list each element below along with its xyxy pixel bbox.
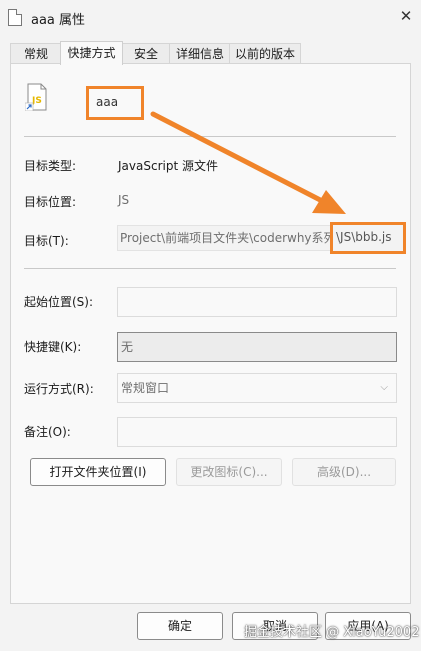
shortcut-name[interactable]: aaa <box>96 95 118 109</box>
open-file-location-button[interactable]: 打开文件夹位置(I) <box>30 458 166 486</box>
comment-label: 备注(O): <box>24 425 71 439</box>
run-label: 运行方式(R): <box>24 382 94 396</box>
run-select-value: 常规窗口 <box>121 381 170 395</box>
tab-security[interactable]: 安全 <box>121 43 171 64</box>
comment-input[interactable] <box>117 417 397 447</box>
tab-shortcut[interactable]: 快捷方式 <box>60 41 123 65</box>
watermark: 掘金技术社区 @ XiaoYu2002 <box>244 625 420 640</box>
close-button[interactable]: ✕ <box>391 0 421 32</box>
ok-button[interactable]: 确定 <box>137 612 223 640</box>
chevron-down-icon: ⌵ <box>380 382 388 393</box>
advanced-button[interactable]: 高级(D)... <box>292 458 396 486</box>
tab-general[interactable]: 常规 <box>10 43 62 64</box>
target-type-value: JavaScript 源文件 <box>118 159 218 173</box>
run-select[interactable]: 常规窗口 ⌵ <box>117 373 397 403</box>
title-bar: aaa 属性 ✕ <box>0 0 421 34</box>
separator <box>24 268 396 269</box>
tab-details[interactable]: 详细信息 <box>169 43 231 64</box>
file-icon-small <box>8 9 22 26</box>
separator <box>24 136 396 137</box>
target-label: 目标(T): <box>24 234 69 248</box>
start-in-label: 起始位置(S): <box>24 295 94 309</box>
change-icon-button[interactable]: 更改图标(C)... <box>176 458 282 486</box>
hotkey-input[interactable]: 无 <box>117 332 397 362</box>
target-input-end: \JS\bbb.js <box>336 230 392 244</box>
hotkey-label: 快捷键(K): <box>24 340 82 354</box>
target-location-value: JS <box>118 193 130 207</box>
js-file-icon: JS <box>25 83 47 111</box>
tab-previous-versions[interactable]: 以前的版本 <box>229 43 301 64</box>
target-type-label: 目标类型: <box>24 159 77 173</box>
start-in-input[interactable] <box>117 287 397 317</box>
window-title: aaa 属性 <box>31 13 86 28</box>
target-location-label: 目标位置: <box>24 195 77 209</box>
